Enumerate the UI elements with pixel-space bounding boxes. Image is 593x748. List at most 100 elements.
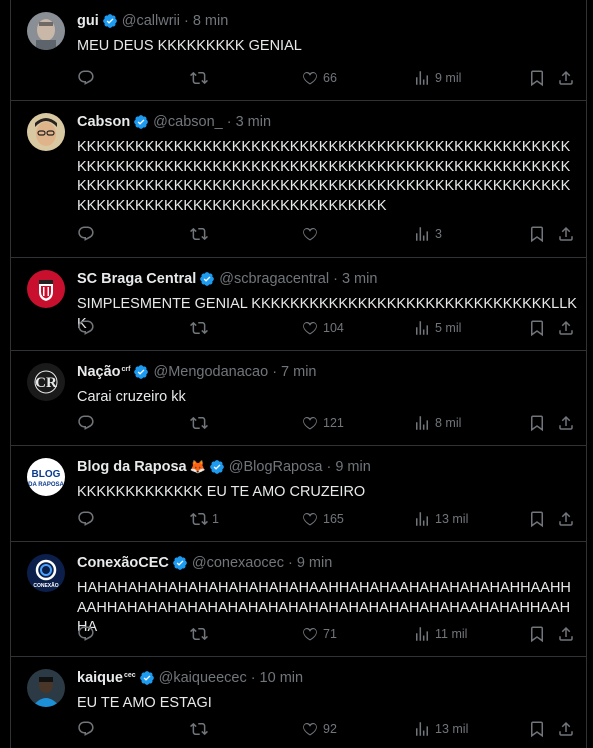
author-handle[interactable]: @callwrii <box>122 13 180 29</box>
views-button[interactable]: 3 <box>413 225 442 243</box>
timestamp[interactable]: 3 min <box>342 271 377 287</box>
tweet[interactable]: BLOG DA RAPOSA Blog da Raposa 🦊 @BlogRapo… <box>11 446 586 542</box>
like-button[interactable]: 104 <box>301 319 344 337</box>
svg-text:CR: CR <box>35 375 57 391</box>
retweet-button[interactable] <box>190 720 212 738</box>
timestamp[interactable]: 10 min <box>260 670 304 686</box>
share-icon <box>559 70 573 85</box>
share-button[interactable] <box>557 625 575 643</box>
author-handle[interactable]: @conexaocec <box>192 555 284 571</box>
author-name[interactable]: kaique <box>77 670 123 686</box>
views-icon <box>416 227 428 241</box>
views-button[interactable]: 8 mil <box>413 414 461 432</box>
avatar[interactable]: CR <box>27 363 65 401</box>
share-button[interactable] <box>557 414 575 432</box>
tweet-text: MEU DEUS KKKKKKKKK GENIAL <box>77 38 302 54</box>
tweet[interactable]: CR Nação crf @Mengodanacao · 7 min Carai … <box>11 351 586 446</box>
like-button[interactable]: 92 <box>301 720 337 738</box>
author-name[interactable]: Nação <box>77 364 121 380</box>
tweet-text: KKKKKKKKKKKKK EU TE AMO CRUZEIRO <box>77 484 366 500</box>
reply-button[interactable] <box>77 720 99 738</box>
reply-icon <box>78 511 94 526</box>
view-count: 9 mil <box>435 71 462 85</box>
tweet[interactable]: kaique cec @kaiqueecec · 10 min EU TE AMO… <box>11 657 586 748</box>
like-icon <box>303 416 317 430</box>
reply-button[interactable] <box>77 510 99 528</box>
share-button[interactable] <box>557 720 575 738</box>
avatar[interactable] <box>27 669 65 707</box>
like-button[interactable] <box>301 225 323 243</box>
author-handle[interactable]: @Mengodanacao <box>153 364 268 380</box>
tweet[interactable]: gui @callwrii · 8 min MEU DEUS KKKKKKKKK… <box>11 0 586 101</box>
timestamp[interactable]: 9 min <box>335 459 370 475</box>
timestamp[interactable]: 8 min <box>193 13 228 29</box>
timestamp[interactable]: 7 min <box>281 364 316 380</box>
reply-icon <box>78 70 94 85</box>
author-name[interactable]: ConexãoCEC <box>77 555 169 571</box>
timestamp[interactable]: 3 min <box>236 114 271 130</box>
tweet[interactable]: CONEXÃO ConexãoCEC @conexaocec · 9 min H… <box>11 542 586 657</box>
retweet-button[interactable]: 1 <box>190 510 219 528</box>
avatar[interactable] <box>27 113 65 151</box>
bookmark-button[interactable] <box>528 225 546 243</box>
like-icon <box>303 71 317 85</box>
share-button[interactable] <box>557 69 575 87</box>
share-icon <box>559 320 573 335</box>
tweet-text: KKKKKKKKKKKKKKKKKKKKKKKKKKKKKKKKKKKKKKKK… <box>77 139 571 214</box>
reply-button[interactable] <box>77 225 99 243</box>
bookmark-button[interactable] <box>528 69 546 87</box>
like-button[interactable]: 71 <box>301 625 337 643</box>
views-button[interactable]: 11 mil <box>413 625 467 643</box>
author-handle[interactable]: @kaiqueecec <box>159 670 247 686</box>
views-button[interactable]: 5 mil <box>413 319 461 337</box>
views-button[interactable]: 13 mil <box>413 720 468 738</box>
author-handle[interactable]: @scbragacentral <box>219 271 329 287</box>
action-bar: 71 11 mil <box>77 625 582 645</box>
retweet-button[interactable] <box>190 414 212 432</box>
share-button[interactable] <box>557 319 575 337</box>
views-button[interactable]: 13 mil <box>413 510 468 528</box>
author-handle[interactable]: @BlogRaposa <box>229 459 323 475</box>
share-button[interactable] <box>557 510 575 528</box>
author-name[interactable]: SC Braga Central <box>77 271 196 287</box>
tweet[interactable]: Cabson @cabson_ · 3 min KKKKKKKKKKKKKKKK… <box>11 101 586 258</box>
timestamp[interactable]: 9 min <box>297 555 332 571</box>
reply-button[interactable] <box>77 414 99 432</box>
retweet-button[interactable] <box>190 625 212 643</box>
bookmark-button[interactable] <box>528 510 546 528</box>
share-icon <box>559 226 573 241</box>
like-button[interactable]: 121 <box>301 414 344 432</box>
separator-dot: · <box>226 114 232 130</box>
reply-button[interactable] <box>77 69 99 87</box>
reply-button[interactable] <box>77 319 99 337</box>
bookmark-button[interactable] <box>528 319 546 337</box>
svg-text:CONEXÃO: CONEXÃO <box>33 582 58 589</box>
avatar[interactable] <box>27 12 65 50</box>
bookmark-button[interactable] <box>528 414 546 432</box>
views-button[interactable]: 9 mil <box>413 69 461 87</box>
author-name[interactable]: gui <box>77 13 99 29</box>
avatar[interactable]: CONEXÃO <box>27 554 65 592</box>
like-icon <box>303 512 317 526</box>
bookmark-button[interactable] <box>528 625 546 643</box>
avatar[interactable] <box>27 270 65 308</box>
like-button[interactable]: 66 <box>301 69 337 87</box>
action-bar: 121 8 mil <box>77 414 582 434</box>
like-count: 92 <box>323 722 337 736</box>
view-count: 3 <box>435 227 442 241</box>
author-handle[interactable]: @cabson_ <box>153 114 223 130</box>
author-name[interactable]: Cabson <box>77 114 130 130</box>
retweet-button[interactable] <box>190 69 212 87</box>
like-icon <box>303 627 317 641</box>
like-button[interactable]: 165 <box>301 510 344 528</box>
like-icon <box>303 722 317 736</box>
bookmark-button[interactable] <box>528 720 546 738</box>
avatar[interactable]: BLOG DA RAPOSA <box>27 458 65 496</box>
svg-text:DA RAPOSA: DA RAPOSA <box>28 482 64 488</box>
tweet[interactable]: SC Braga Central @scbragacentral · 3 min… <box>11 258 586 351</box>
share-button[interactable] <box>557 225 575 243</box>
reply-button[interactable] <box>77 625 99 643</box>
author-name[interactable]: Blog da Raposa <box>77 459 187 475</box>
retweet-button[interactable] <box>190 319 212 337</box>
retweet-button[interactable] <box>190 225 212 243</box>
